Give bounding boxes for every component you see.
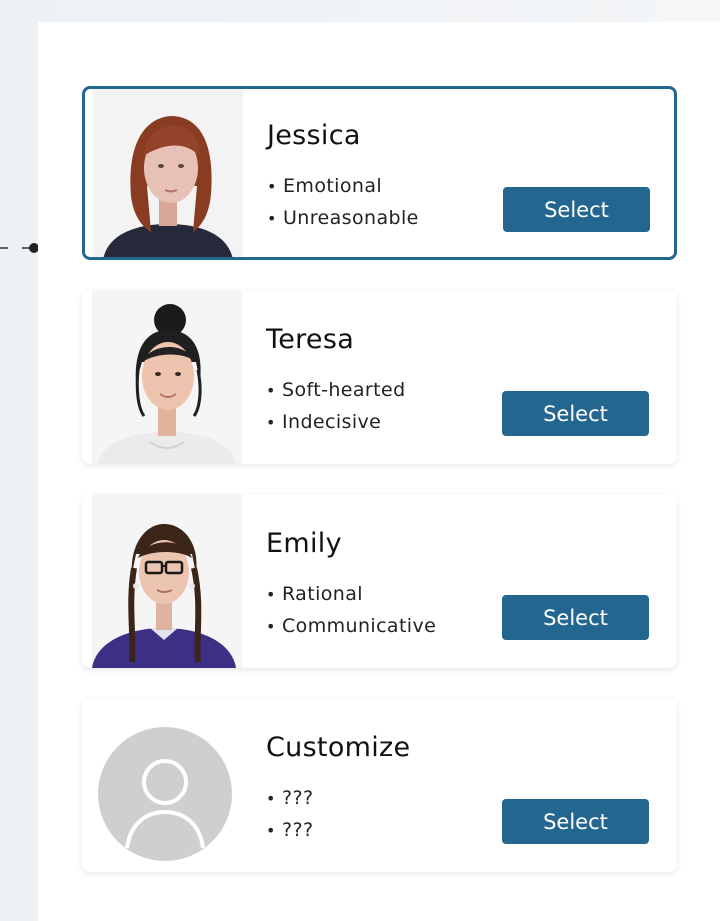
connector-line [0, 243, 39, 253]
bullet: • [267, 177, 277, 196]
select-button-jessica[interactable]: Select [503, 187, 650, 232]
trait-item: • Rational [266, 578, 436, 610]
trait-text: Indecisive [282, 411, 382, 433]
avatar-jessica [93, 89, 243, 257]
select-button-customize[interactable]: Select [502, 799, 649, 844]
bullet: • [266, 821, 276, 840]
woman-glasses-avatar-icon [92, 494, 242, 668]
persona-card-teresa[interactable]: Teresa • Soft-hearted • Indecisive Select [82, 290, 677, 464]
persona-name: Emily [266, 528, 342, 559]
bullet: • [266, 585, 276, 604]
trait-text: ??? [282, 787, 314, 809]
persona-card-emily[interactable]: Emily • Rational • Communicative Select [82, 494, 677, 668]
persona-name: Jessica [267, 120, 361, 151]
persona-name: Customize [266, 732, 411, 763]
bullet: • [266, 413, 276, 432]
trait-text: Soft-hearted [282, 379, 406, 401]
persona-card-jessica[interactable]: Jessica • Emotional • Unreasonable Select [82, 86, 677, 260]
trait-text: Communicative [282, 615, 437, 637]
avatar-teresa [92, 290, 242, 464]
trait-text: ??? [282, 819, 314, 841]
trait-item: • Communicative [266, 610, 436, 642]
trait-item: • Indecisive [266, 406, 406, 438]
persona-traits: • Soft-hearted • Indecisive [266, 374, 406, 438]
trait-text: Unreasonable [283, 207, 419, 229]
user-placeholder-icon [98, 727, 232, 861]
trait-text: Emotional [283, 175, 383, 197]
trait-item: •??? [266, 814, 313, 846]
bullet: • [266, 617, 276, 636]
bullet: • [267, 209, 277, 228]
trait-item: • Unreasonable [267, 202, 419, 234]
persona-card-customize[interactable]: Customize •??? •??? Select [82, 698, 677, 872]
persona-traits: •??? •??? [266, 782, 313, 846]
trait-item: • Soft-hearted [266, 374, 406, 406]
trait-text: Rational [282, 583, 363, 605]
bullet: • [266, 789, 276, 808]
woman-red-hair-avatar-icon [93, 89, 243, 257]
trait-item: •??? [266, 782, 313, 814]
woman-bun-avatar-icon [92, 290, 242, 464]
avatar-customize [92, 698, 242, 872]
trait-item: • Emotional [267, 170, 419, 202]
persona-traits: • Rational • Communicative [266, 578, 436, 642]
avatar-emily [92, 494, 242, 668]
persona-traits: • Emotional • Unreasonable [267, 170, 419, 234]
persona-name: Teresa [266, 324, 355, 355]
select-button-emily[interactable]: Select [502, 595, 649, 640]
bullet: • [266, 381, 276, 400]
select-button-teresa[interactable]: Select [502, 391, 649, 436]
persona-selection-page: Jessica • Emotional • Unreasonable Select [0, 0, 720, 921]
